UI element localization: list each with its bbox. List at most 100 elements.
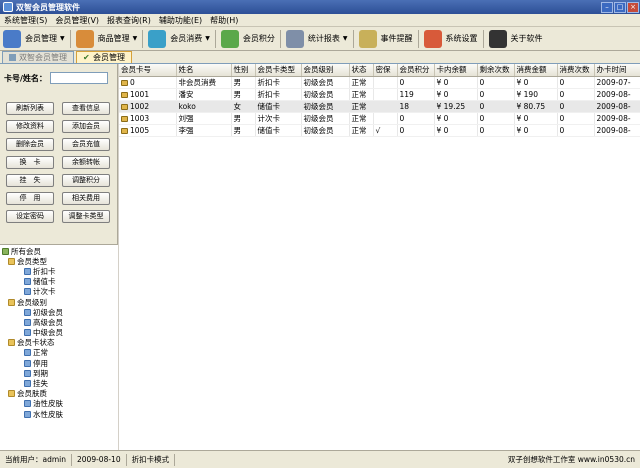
toolbar-button-0[interactable]: 会员管理 ▼ <box>0 28 68 50</box>
action-button-6[interactable]: 换 卡 <box>6 156 54 169</box>
member-card-icon <box>121 103 128 110</box>
toolbar-button-4[interactable]: 统计报表 ▼ <box>283 28 351 50</box>
toolbar-button-7[interactable]: 关于软件 <box>486 28 546 50</box>
column-header[interactable]: 会员卡号 <box>119 64 177 77</box>
tree-node[interactable]: 正常 <box>0 348 118 358</box>
table-row[interactable]: 0 非会员消费 男 折扣卡 初级会员 正常 0 ¥ 0 0 ¥ 0 0 2009-07- <box>119 76 640 89</box>
table-cell: 正常 <box>349 112 374 125</box>
tab-home[interactable]: 双智会员管理 <box>2 51 74 63</box>
table-cell: 男 <box>231 112 256 125</box>
toolbar-button-3[interactable]: 会员积分 <box>218 28 278 50</box>
card-search-input[interactable] <box>49 72 108 84</box>
toolbar-label: 会员管理 <box>25 34 57 43</box>
cell-value: 2009-08- <box>596 113 631 123</box>
cell-value: 0 <box>479 113 485 123</box>
tree-node[interactable]: 储值卡 <box>0 277 118 287</box>
tree-node[interactable]: 高级会员 <box>0 317 118 327</box>
action-button-3[interactable]: 添加会员 <box>62 120 110 133</box>
cell-value: 0 <box>130 77 135 87</box>
action-button-2[interactable]: 修改资料 <box>6 120 54 133</box>
toolbar-button-5[interactable]: 事件提醒 <box>356 28 416 50</box>
column-header[interactable]: 剩余次数 <box>477 64 515 77</box>
dropdown-arrow-icon[interactable]: ▼ <box>133 35 138 42</box>
tree-node[interactable]: 计次卡 <box>0 287 118 297</box>
action-button-12[interactable]: 设定密码 <box>6 210 54 223</box>
members-icon <box>3 29 21 48</box>
tree-node[interactable]: 油性皮肤 <box>0 399 118 409</box>
action-buttons: 刷新列表 查看信息 修改资料 添加会员 删除会员 会员充值换 卡余额转帐挂 失调整积分停 … <box>6 102 114 223</box>
action-button-8[interactable]: 挂 失 <box>6 174 54 187</box>
table-cell: ¥ 0 <box>434 76 478 89</box>
column-header[interactable]: 会员积分 <box>397 64 435 77</box>
action-button-10[interactable]: 停 用 <box>6 192 54 205</box>
maximize-button[interactable]: □ <box>614 1 626 13</box>
tree-node[interactable]: 停用 <box>0 358 118 368</box>
action-button-13[interactable]: 调整卡类型 <box>62 210 110 223</box>
close-button[interactable]: × <box>627 1 639 13</box>
action-button-9[interactable]: 调整积分 <box>62 174 110 187</box>
tree-node[interactable]: 会员卡状态 <box>0 338 118 348</box>
table-cell: ¥ 0 <box>514 112 558 125</box>
dropdown-arrow-icon[interactable]: ▼ <box>205 35 210 42</box>
menu-system[interactable]: 系统管理(S) <box>0 15 51 26</box>
toolbar-button-6[interactable]: 系统设置 <box>421 28 481 50</box>
dropdown-arrow-icon[interactable]: ▼ <box>60 35 65 42</box>
table-row[interactable]: 1001 潘安 男 折扣卡 初级会员 正常 119 ¥ 0 0 ¥ 190 0 2009-08- <box>119 88 640 101</box>
tree-node[interactable]: 到期 <box>0 368 118 378</box>
toolbar-button-1[interactable]: 商品管理 ▼ <box>73 28 141 50</box>
tree-node[interactable]: 初级会员 <box>0 307 118 317</box>
cell-value: 李强 <box>178 125 194 135</box>
column-header[interactable]: 消费次数 <box>557 64 595 77</box>
status-bar: 当前用户：admin 2009-08-10 折扣卡模式 双子创想软件工作室 ww… <box>0 450 640 468</box>
column-header[interactable]: 会员卡类型 <box>255 64 302 77</box>
menu-help[interactable]: 帮助(H) <box>206 15 242 26</box>
minimize-button[interactable]: – <box>601 1 613 13</box>
tree-node[interactable]: 所有会员 <box>0 246 118 256</box>
action-button-0[interactable]: 刷新列表 <box>6 102 54 115</box>
column-header[interactable]: 性别 <box>231 64 256 77</box>
member-group-icon <box>24 318 31 326</box>
column-header[interactable]: 会员级别 <box>301 64 350 77</box>
column-header[interactable]: 办卡时间 <box>594 64 640 77</box>
table-cell <box>373 112 398 125</box>
tree-node[interactable]: 折扣卡 <box>0 266 118 276</box>
table-cell: 0 <box>477 76 515 89</box>
action-button-5[interactable]: 会员充值 <box>62 138 110 151</box>
cell-value: 2009-07- <box>596 77 631 87</box>
action-button-11[interactable]: 相关费用 <box>62 192 110 205</box>
menu-members[interactable]: 会员管理(V) <box>51 15 103 26</box>
cell-value: ¥ 0 <box>516 113 529 123</box>
menu-reports[interactable]: 报表查询(R) <box>103 15 155 26</box>
table-cell: ¥ 0 <box>434 112 478 125</box>
action-button-4[interactable]: 删除会员 <box>6 138 54 151</box>
tree-node[interactable]: 会员类型 <box>0 256 118 266</box>
column-header[interactable]: 消费金额 <box>514 64 558 77</box>
tree-node[interactable]: 会员级别 <box>0 297 118 307</box>
table-cell: 储值卡 <box>255 124 302 137</box>
action-button-1[interactable]: 查看信息 <box>62 102 110 115</box>
tab-member-management[interactable]: ✔ 会员管理 <box>76 51 132 63</box>
tree-node[interactable]: 挂失 <box>0 378 118 388</box>
dropdown-arrow-icon[interactable]: ▼ <box>343 35 348 42</box>
column-header[interactable]: 姓名 <box>176 64 232 77</box>
tree-node[interactable]: 会员肤质 <box>0 389 118 399</box>
tree-node[interactable]: 中级会员 <box>0 328 118 338</box>
member-group-icon <box>24 410 31 418</box>
table-row[interactable]: 1003 刘强 男 计次卡 初级会员 正常 0 ¥ 0 0 ¥ 0 0 2009-08- <box>119 112 640 125</box>
column-header[interactable]: 状态 <box>349 64 374 77</box>
consume-icon <box>148 29 167 48</box>
tree-node[interactable]: 水性皮肤 <box>0 409 118 419</box>
table-row[interactable]: 1002 koko 女 储值卡 初级会员 正常 18 ¥ 19.25 0 ¥ 80.75 0 2009… <box>119 100 640 113</box>
member-table: 会员卡号 姓名 性别 会员卡类型 会员级别 状态 密保 会员积分 卡内余额 剩余次数 消费金额 消费次… <box>119 64 640 137</box>
menu-tools[interactable]: 辅助功能(E) <box>155 15 206 26</box>
table-row[interactable]: 1005 李强 男 储值卡 初级会员 正常 √ 0 ¥ 0 0 ¥ 0 0 2009-08- <box>119 124 640 137</box>
cell-value: 初级会员 <box>303 113 334 123</box>
toolbar-button-2[interactable]: 会员消费 ▼ <box>145 28 213 50</box>
goods-icon <box>75 29 94 48</box>
table-cell: 男 <box>231 124 256 137</box>
column-header[interactable]: 卡内余额 <box>434 64 478 77</box>
table-cell: 正常 <box>349 100 374 113</box>
table-cell: ¥ 190 <box>514 88 558 101</box>
action-button-7[interactable]: 余额转帐 <box>62 156 110 169</box>
column-header[interactable]: 密保 <box>373 64 398 77</box>
